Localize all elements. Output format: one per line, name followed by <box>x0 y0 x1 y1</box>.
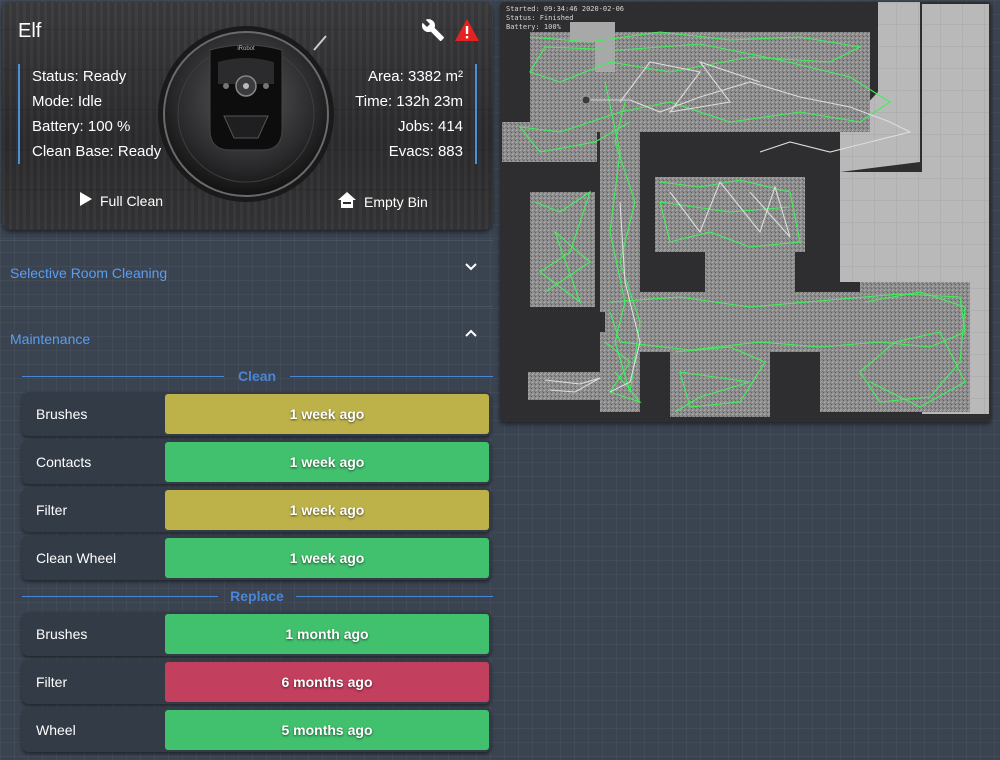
row-status-button[interactable]: 1 week ago <box>165 538 489 578</box>
jobs-text: Jobs: 414 <box>397 118 463 135</box>
map-status-text: Status: Finished <box>506 14 574 22</box>
vacuum-card: Elf Status: Ready Mode: Idle Battery: 10… <box>2 2 493 230</box>
robot-brand-text: iRobot <box>237 46 255 52</box>
map-battery-text: Battery: 100% <box>506 23 561 31</box>
header-icons <box>421 18 479 47</box>
row-status-button[interactable]: 1 week ago <box>165 394 489 434</box>
home-icon <box>338 192 356 211</box>
battery-text: Battery: 100 % <box>32 118 131 135</box>
maintenance-row-replace-brushes: Brushes 1 month ago <box>22 612 491 656</box>
row-label: Wheel <box>36 722 76 738</box>
map-floor <box>502 2 989 417</box>
mode-text: Mode: Idle <box>32 93 103 110</box>
maintenance-row-replace-wheel: Wheel 5 months ago <box>22 708 491 752</box>
row-label: Clean Wheel <box>36 550 117 566</box>
usage-stats: Area: 3382 m² Time: 132h 23m Jobs: 414 E… <box>355 64 477 164</box>
map-info: Started: 09:34:46 2020-02-06 Status: Fin… <box>506 5 624 32</box>
maintenance-row-clean-filter: Filter 1 week ago <box>22 488 491 532</box>
clean-section-header: Clean <box>22 368 493 384</box>
row-status-button[interactable]: 5 months ago <box>165 710 489 750</box>
row-status-button[interactable]: 6 months ago <box>165 662 489 702</box>
chevron-up-icon[interactable] <box>463 325 479 344</box>
row-label: Contacts <box>36 454 92 470</box>
maintenance-label: Maintenance <box>10 331 91 347</box>
map-started-text: Started: 09:34:46 2020-02-06 <box>506 5 625 13</box>
maintenance-row-clean-wheel: Clean Wheel 1 week ago <box>22 536 491 580</box>
row-label: Brushes <box>36 626 88 642</box>
full-clean-label: Full Clean <box>100 192 164 209</box>
empty-bin-label: Empty Bin <box>364 193 428 210</box>
row-label: Brushes <box>36 406 88 422</box>
maintenance-header[interactable]: Maintenance <box>0 306 493 371</box>
maintenance-row-replace-filter: Filter 6 months ago <box>22 660 491 704</box>
wrench-icon[interactable] <box>421 18 445 47</box>
time-text: Time: 132h 23m <box>355 93 463 110</box>
status-text: Status: Ready <box>32 68 127 85</box>
clean-section-title: Clean <box>237 368 277 384</box>
replace-section-header: Replace <box>22 588 493 604</box>
empty-bin-button[interactable]: Empty Bin <box>338 192 428 211</box>
vacuum-name: Elf <box>18 20 42 42</box>
dock-marker-icon <box>581 95 591 105</box>
row-label: Filter <box>36 674 68 690</box>
chevron-down-icon[interactable] <box>463 259 479 278</box>
row-status-button[interactable]: 1 week ago <box>165 442 489 482</box>
robot-image: iRobot <box>154 20 342 208</box>
clean-base-text: Clean Base: Ready <box>32 143 162 160</box>
row-status-button[interactable]: 1 week ago <box>165 490 489 530</box>
area-text: Area: 3382 m² <box>367 68 463 85</box>
row-label: Filter <box>36 502 68 518</box>
full-clean-button[interactable]: Full Clean <box>80 192 163 209</box>
warning-icon[interactable] <box>455 19 479 46</box>
status-stats: Status: Ready Mode: Idle Battery: 100 % … <box>18 64 161 164</box>
selective-room-cleaning-label: Selective Room Cleaning <box>10 265 168 281</box>
evacs-text: Evacs: 883 <box>388 143 463 160</box>
maintenance-row-clean-brushes: Brushes 1 week ago <box>22 392 491 436</box>
cleaning-map[interactable]: Started: 09:34:46 2020-02-06 Status: Fin… <box>500 2 991 422</box>
replace-section-title: Replace <box>230 588 284 604</box>
row-status-button[interactable]: 1 month ago <box>165 614 489 654</box>
maintenance-row-clean-contacts: Contacts 1 week ago <box>22 440 491 484</box>
selective-room-cleaning-header[interactable]: Selective Room Cleaning <box>0 240 493 305</box>
play-icon <box>80 192 92 209</box>
